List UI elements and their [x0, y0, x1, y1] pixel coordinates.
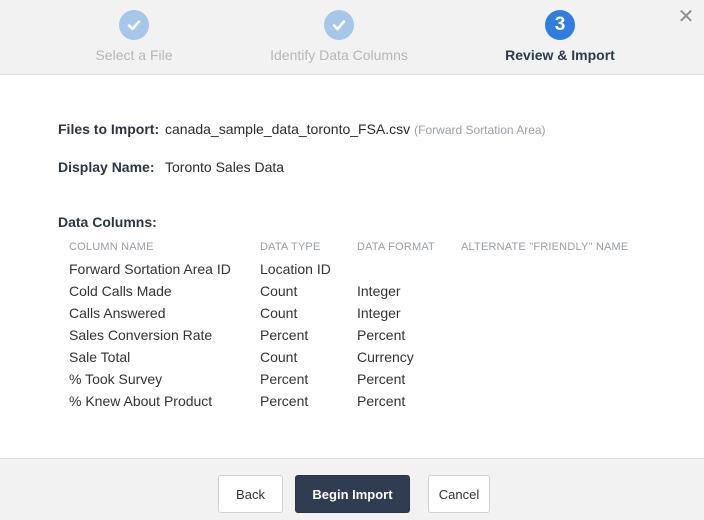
column-header-name: COLUMN NAME [69, 241, 154, 253]
files-to-import-label: Files to Import: [58, 121, 160, 137]
step-number-badge: 3 [545, 10, 575, 40]
cancel-button[interactable]: Cancel [428, 475, 490, 513]
table-cell-column-name: % Took Survey [69, 371, 163, 387]
close-icon[interactable]: ✕ [676, 6, 696, 28]
begin-import-button[interactable]: Begin Import [295, 475, 410, 513]
table-cell-column-name: Cold Calls Made [69, 283, 172, 299]
table-cell-column-name: Sales Conversion Rate [69, 327, 213, 343]
step-review-import: 3 Review & Import [460, 10, 660, 63]
table-cell-data-type: Count [260, 349, 298, 365]
wizard-stepper: Select a File Identify Data Columns 3 Re… [0, 0, 704, 75]
column-header-format: DATA FORMAT [357, 241, 435, 253]
display-name-value: Toronto Sales Data [165, 159, 285, 175]
step-label: Review & Import [505, 47, 615, 63]
wizard-footer: Back Begin Import Cancel [0, 458, 704, 520]
table-cell-data-format: Percent [357, 393, 406, 409]
data-columns-label: Data Columns: [58, 214, 157, 230]
step-identify-columns: Identify Data Columns [239, 10, 439, 63]
step-label: Identify Data Columns [270, 47, 408, 63]
table-cell-column-name: % Knew About Product [69, 393, 213, 409]
table-cell-data-type: Count [260, 305, 298, 321]
check-icon [119, 10, 149, 40]
column-header-type: DATA TYPE [260, 241, 321, 253]
table-cell-data-format: Integer [357, 305, 401, 321]
step-select-file: Select a File [34, 10, 234, 63]
check-icon [324, 10, 354, 40]
table-cell-data-type: Count [260, 283, 298, 299]
column-header-friendly-name: ALTERNATE "FRIENDLY" NAME [461, 241, 629, 253]
files-to-import-value: canada_sample_data_toronto_FSA.csv (Forwa… [165, 121, 546, 137]
file-note: (Forward Sortation Area) [414, 123, 546, 137]
table-cell-column-name: Calls Answered [69, 305, 166, 321]
table-cell-column-name: Forward Sortation Area ID [69, 261, 231, 277]
table-cell-data-format: Currency [357, 349, 414, 365]
table-cell-data-format: Integer [357, 283, 401, 299]
table-cell-data-type: Location ID [260, 261, 331, 277]
display-name-label: Display Name: [58, 159, 155, 175]
back-button[interactable]: Back [218, 475, 283, 513]
table-cell-data-type: Percent [260, 327, 309, 343]
file-name: canada_sample_data_toronto_FSA.csv [165, 121, 411, 137]
step-label: Select a File [95, 47, 173, 63]
table-cell-column-name: Sale Total [69, 349, 131, 365]
table-cell-data-format: Percent [357, 327, 406, 343]
table-cell-data-type: Percent [260, 371, 309, 387]
table-cell-data-format: Percent [357, 371, 406, 387]
table-cell-data-type: Percent [260, 393, 309, 409]
